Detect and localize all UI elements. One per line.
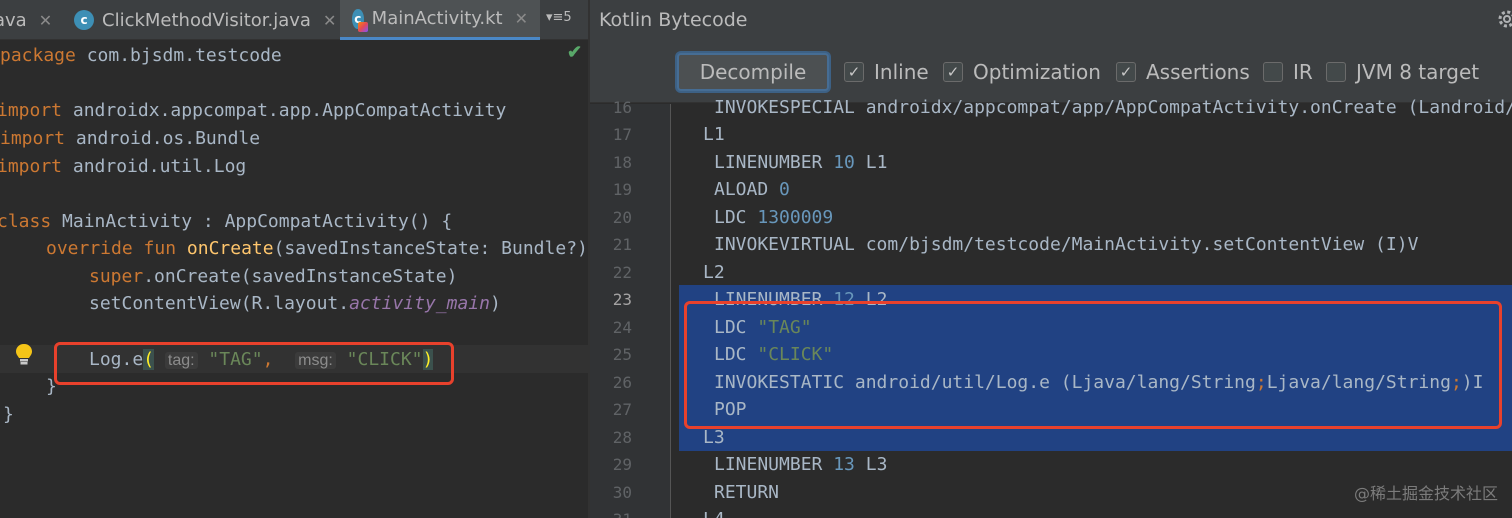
gear-icon[interactable] — [1496, 8, 1512, 30]
checkbox-checked-icon[interactable]: ✓ — [943, 62, 963, 82]
tab-overflow-button[interactable]: ▾≡5 — [546, 10, 572, 25]
code-line: override fun onCreate(savedInstanceState… — [46, 238, 588, 259]
code-line: class MainActivity : AppCompatActivity()… — [0, 211, 453, 232]
java-class-icon: c — [74, 10, 94, 30]
bytecode-line: 20 LDC 1300009 — [612, 207, 834, 228]
annotation-highlight-box — [684, 301, 1502, 429]
tab-java-file[interactable]: ava ✕ — [0, 0, 52, 40]
code-editor[interactable]: package com.bjsdm.testcode import androi… — [0, 40, 588, 518]
option-optimization[interactable]: ✓ Optimization — [943, 60, 1101, 84]
close-icon[interactable]: ✕ — [39, 11, 52, 30]
bytecode-line: 16 INVOKESPECIAL androidx/appcompat/app/A… — [612, 97, 1512, 118]
bytecode-header: Kotlin Bytecode — [590, 0, 1512, 40]
editor-pane: ava ✕ c ClickMethodVisitor.java ✕ c Main… — [0, 0, 588, 518]
checkbox-unchecked-icon[interactable] — [1263, 62, 1283, 82]
option-ir[interactable]: IR — [1263, 60, 1313, 84]
decompile-button[interactable]: Decompile — [677, 53, 829, 91]
tab-label: MainActivity.kt — [371, 8, 503, 29]
option-inline[interactable]: ✓ Inline — [844, 60, 929, 84]
tab-mainactivity[interactable]: c MainActivity.kt ✕ — [340, 0, 540, 40]
kotlin-class-icon: c — [352, 8, 368, 32]
code-line: import android.os.Bundle — [0, 128, 261, 149]
bytecode-line: 22 L2 — [612, 262, 725, 283]
bytecode-line: 31L4 — [590, 506, 1512, 518]
code-line: super.onCreate(savedInstanceState) — [89, 266, 458, 287]
bytecode-line: 17 L1 — [612, 124, 725, 145]
bytecode-line: 29 LINENUMBER 13 L3 — [612, 454, 888, 475]
checkbox-checked-icon[interactable]: ✓ — [844, 62, 864, 82]
bytecode-line: 18 LINENUMBER 10 L1 — [612, 152, 888, 173]
code-line: import androidx.appcompat.app.AppCompatA… — [0, 100, 507, 121]
code-line: import android.util.Log — [0, 156, 247, 177]
code-line: package com.bjsdm.testcode — [0, 45, 282, 66]
tab-label: ClickMethodVisitor.java — [102, 9, 311, 31]
checkbox-checked-icon[interactable]: ✓ — [1116, 62, 1136, 82]
close-icon[interactable]: ✕ — [323, 11, 336, 30]
bytecode-line: 21 INVOKEVIRTUAL com/bjsdm/testcode/MainA… — [612, 234, 1419, 255]
tab-label: ava — [0, 9, 27, 31]
bytecode-line: 19 ALOAD 0 — [612, 179, 790, 200]
close-icon[interactable]: ✕ — [515, 9, 528, 28]
editor-tab-bar: ava ✕ c ClickMethodVisitor.java ✕ c Main… — [0, 0, 588, 40]
checkbox-unchecked-icon[interactable] — [1326, 62, 1346, 82]
panel-title: Kotlin Bytecode — [599, 9, 748, 31]
code-line: } — [3, 404, 14, 425]
tab-clickmethodvisitor[interactable]: c ClickMethodVisitor.java ✕ — [74, 0, 336, 40]
code-line: setContentView(R.layout.activity_main) — [89, 293, 501, 314]
watermark: @稀土掘金技术社区 — [1353, 484, 1498, 503]
bytecode-pane: Kotlin Bytecode Decompile ✓ Inline ✓ Optim… — [590, 0, 1512, 518]
annotation-highlight-box — [54, 342, 454, 385]
option-jvm8-target[interactable]: JVM 8 target — [1326, 60, 1479, 84]
option-assertions[interactable]: ✓ Assertions — [1116, 60, 1250, 84]
